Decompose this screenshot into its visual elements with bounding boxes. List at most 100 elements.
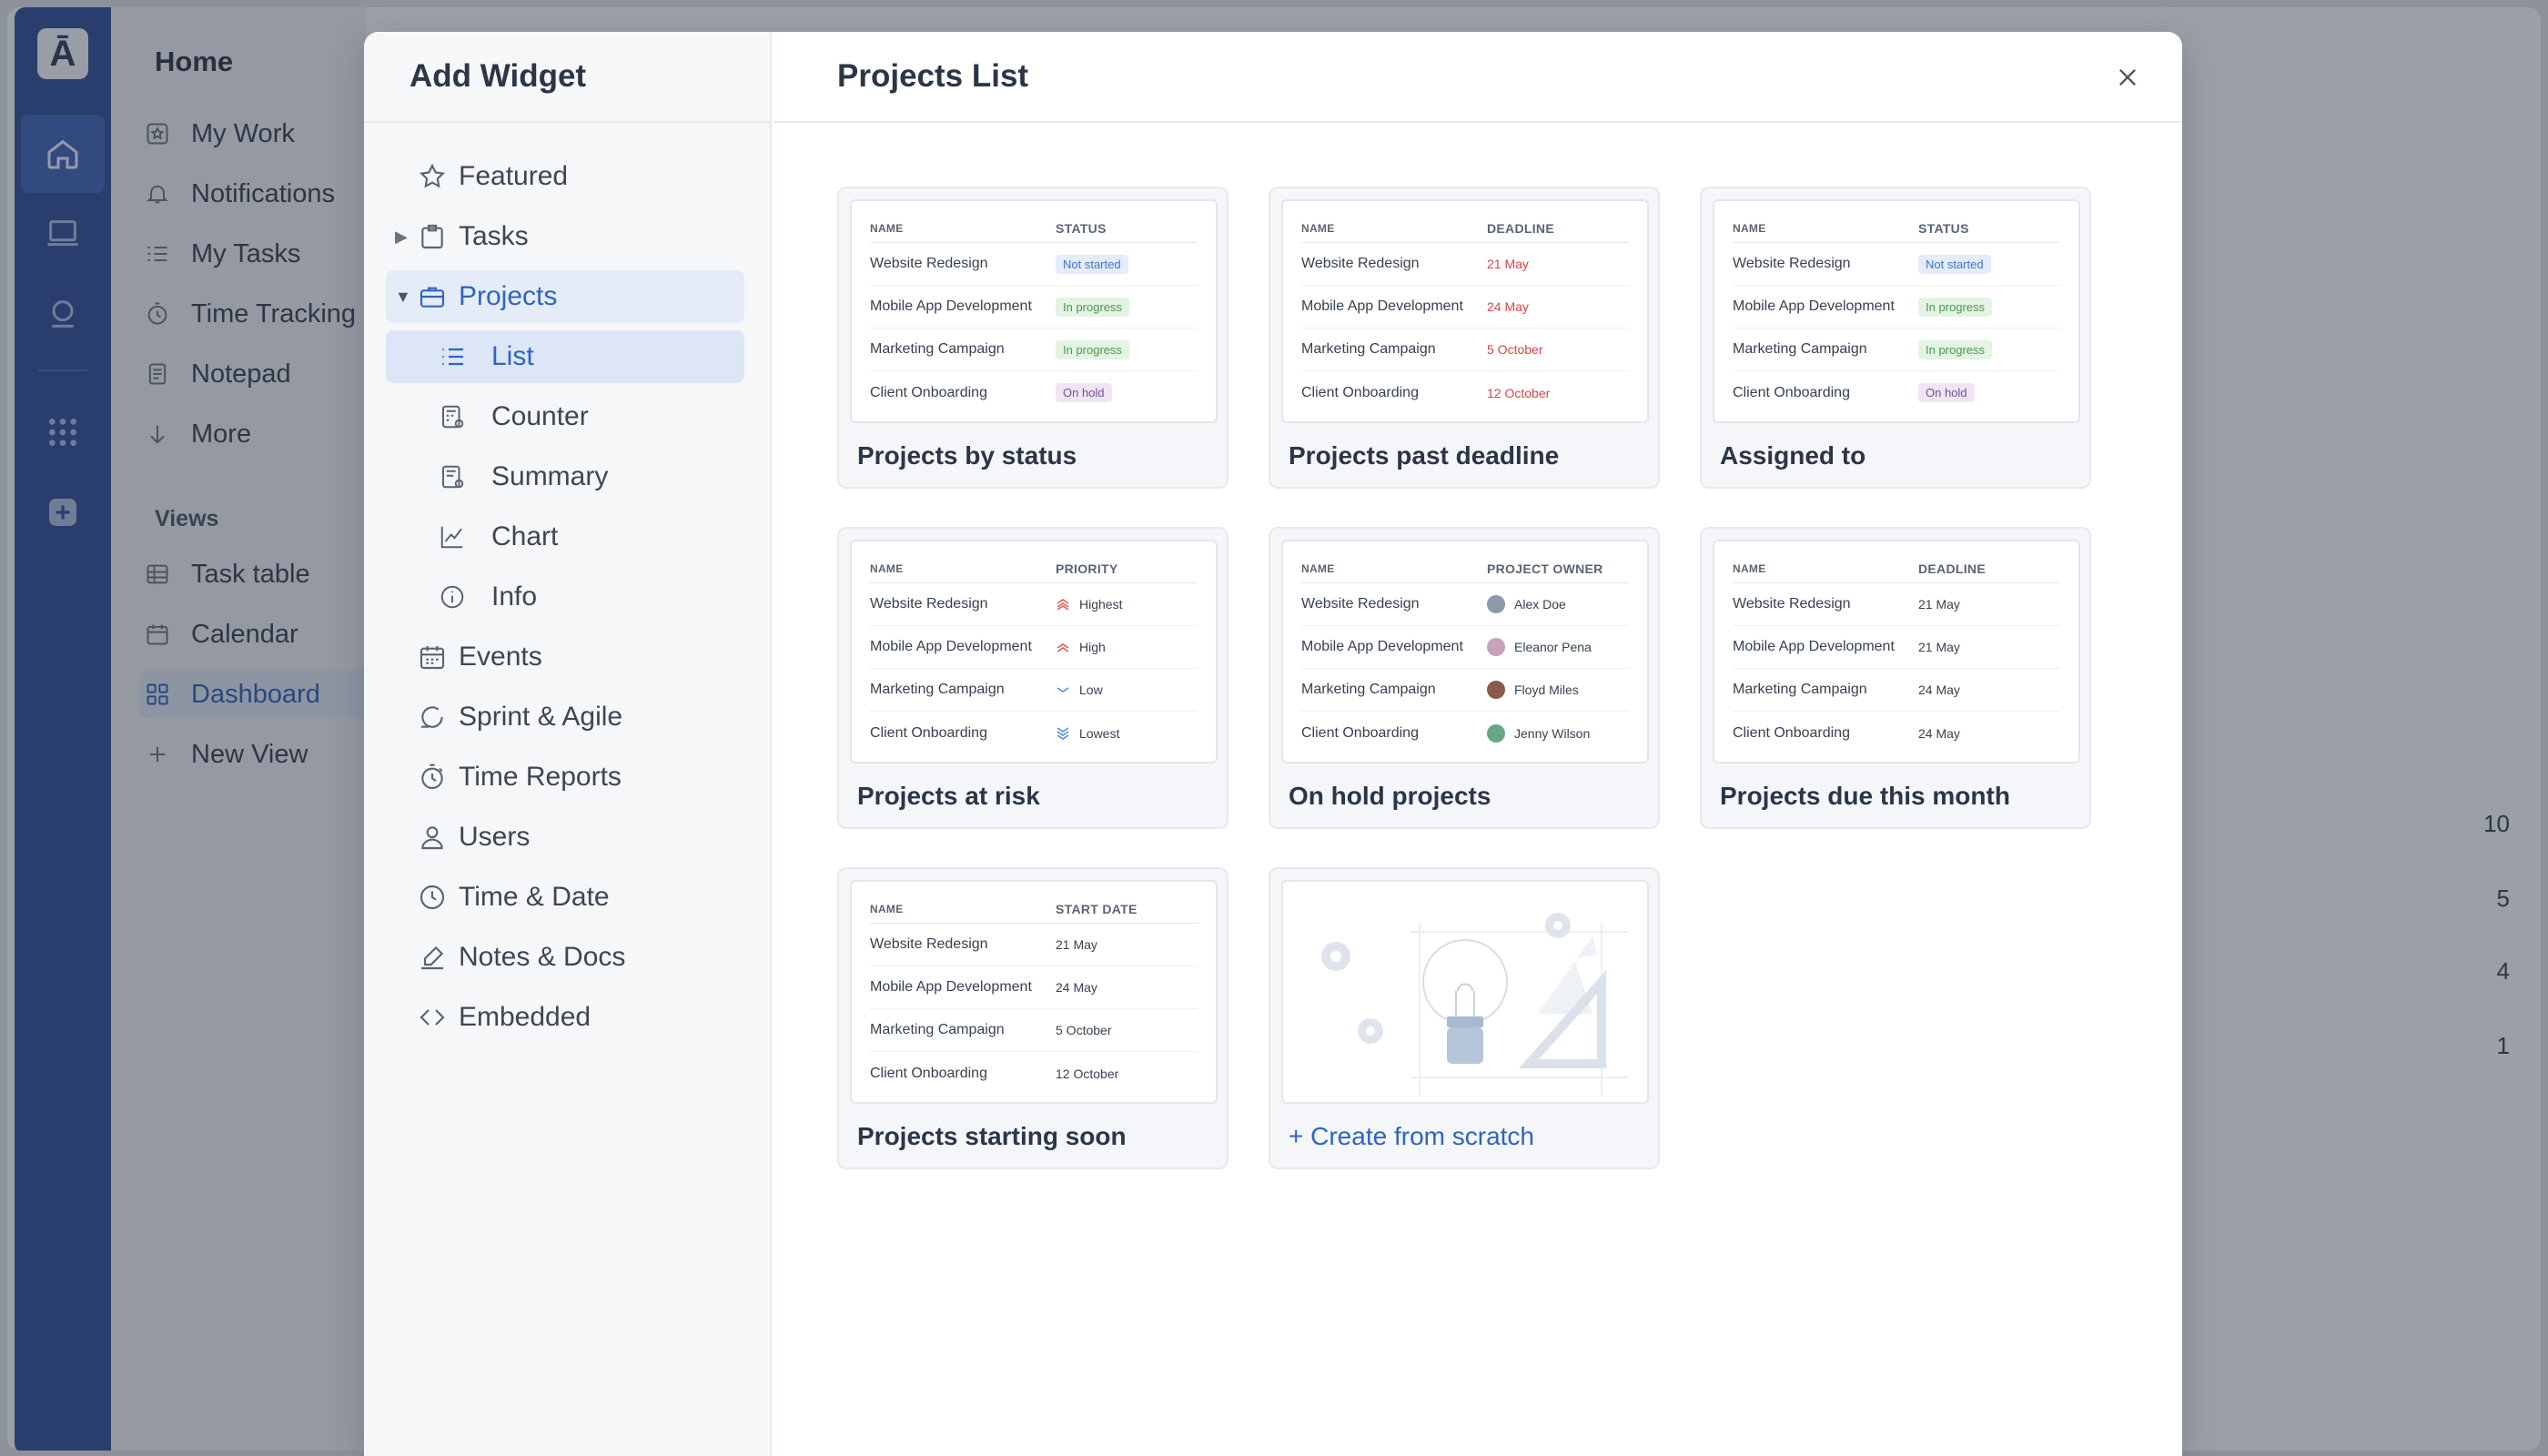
project-name: Marketing Campaign bbox=[870, 341, 1005, 357]
subcategory-summary[interactable]: Summary bbox=[386, 450, 744, 503]
link-label: Create from scratch bbox=[1310, 1122, 1534, 1150]
category-time-reports[interactable]: Time Reports bbox=[386, 751, 744, 804]
owner-name: Floyd Miles bbox=[1514, 682, 1579, 697]
subcategory-list[interactable]: List bbox=[386, 330, 744, 383]
template-preview: NAME DEADLINE Website Redesign 21 May Mobi… bbox=[1281, 199, 1649, 423]
deadline-value: 21 May bbox=[1918, 597, 1960, 612]
list-icon bbox=[437, 341, 468, 372]
deadline-value: 12 October bbox=[1487, 385, 1551, 400]
template-card-assigned-to[interactable]: NAME STATUS Website Redesign Not started M… bbox=[1700, 187, 2091, 489]
priority-low-icon bbox=[1057, 687, 1069, 693]
status-badge: In progress bbox=[1918, 339, 1993, 359]
preview-header: NAME STATUS bbox=[870, 214, 1198, 243]
line-chart-icon bbox=[437, 521, 468, 552]
plus-icon: + bbox=[1289, 1122, 1304, 1150]
status-badge: In progress bbox=[1918, 297, 1993, 317]
column-header: DEADLINE bbox=[1487, 220, 1554, 236]
table-row: Website Redesign 21 May bbox=[870, 924, 1198, 966]
modal-title: Add Widget bbox=[410, 58, 587, 94]
column-header: DEADLINE bbox=[1918, 561, 1986, 576]
table-row: Website Redesign Not started bbox=[870, 243, 1198, 286]
project-name: Mobile App Development bbox=[870, 639, 1032, 654]
category-tasks[interactable]: ▶ Tasks bbox=[386, 210, 744, 263]
category-projects[interactable]: ▼ Projects bbox=[386, 270, 744, 323]
project-name: Website Redesign bbox=[870, 936, 988, 952]
column-header: PROJECT OWNER bbox=[1487, 561, 1603, 576]
star-icon bbox=[417, 161, 448, 192]
template-preview: NAME START DATE Website Redesign 21 May Mo… bbox=[850, 880, 1218, 1104]
widget-template-panel: Projects List NAME STATUS Website Redesig… bbox=[774, 32, 2182, 1456]
template-card-projects-starting-soon[interactable]: NAME START DATE Website Redesign 21 May Mo… bbox=[837, 867, 1228, 1169]
create-from-scratch-link[interactable]: + Create from scratch bbox=[1289, 1122, 1534, 1151]
column-header: NAME bbox=[1733, 221, 1766, 235]
column-header: STATUS bbox=[1056, 220, 1107, 236]
card-title: Projects at risk bbox=[857, 782, 1040, 810]
category-featured[interactable]: Featured bbox=[386, 150, 744, 203]
table-row: Mobile App Development In progress bbox=[870, 286, 1198, 329]
template-card-projects-past-deadline[interactable]: NAME DEADLINE Website Redesign 21 May Mobi… bbox=[1269, 187, 1660, 489]
table-row: Client Onboarding Jenny Wilson bbox=[1301, 712, 1629, 754]
table-row: Website Redesign 21 May bbox=[1733, 583, 2060, 626]
category-notes-docs[interactable]: Notes & Docs bbox=[386, 931, 744, 984]
status-badge: On hold bbox=[1056, 383, 1112, 402]
category-embedded[interactable]: Embedded bbox=[386, 991, 744, 1044]
table-row: Client Onboarding On hold bbox=[1733, 371, 2060, 414]
start-date-value: 5 October bbox=[1056, 1023, 1112, 1037]
project-name: Mobile App Development bbox=[1301, 639, 1463, 654]
subcategory-chart[interactable]: Chart bbox=[386, 511, 744, 563]
category-label: Notes & Docs bbox=[459, 942, 626, 972]
template-card-projects-by-status[interactable]: NAME STATUS Website Redesign Not started M… bbox=[837, 187, 1228, 489]
table-row: Mobile App Development 24 May bbox=[1301, 286, 1629, 329]
card-title: Projects past deadline bbox=[1289, 441, 1560, 470]
project-name: Marketing Campaign bbox=[1301, 341, 1436, 357]
subcategory-label: Counter bbox=[491, 401, 589, 431]
category-label: Tasks bbox=[459, 221, 529, 251]
template-preview: NAME STATUS Website Redesign Not started M… bbox=[1713, 199, 2080, 423]
deadline-value: 21 May bbox=[1487, 257, 1529, 271]
widget-category-panel: Add Widget Featured ▶ Tasks ▼ Projects L… bbox=[364, 32, 772, 1456]
calculator-icon bbox=[437, 401, 468, 432]
subcategory-info[interactable]: Info bbox=[386, 571, 744, 623]
subcategory-counter[interactable]: Counter bbox=[386, 390, 744, 443]
sprint-icon bbox=[417, 702, 448, 733]
column-header: START DATE bbox=[1056, 901, 1138, 916]
close-button[interactable] bbox=[2109, 59, 2146, 96]
table-row: Mobile App Development Eleanor Pena bbox=[1301, 626, 1629, 669]
table-row: Marketing Campaign In progress bbox=[870, 329, 1198, 371]
category-label: Time Reports bbox=[459, 762, 622, 792]
column-header: PRIORITY bbox=[1056, 561, 1118, 576]
category-users[interactable]: Users bbox=[386, 811, 744, 864]
deadline-value: 24 May bbox=[1487, 299, 1529, 314]
summary-icon bbox=[437, 461, 468, 492]
project-name: Client Onboarding bbox=[1301, 384, 1419, 400]
card-title: Projects by status bbox=[857, 441, 1077, 470]
project-name: Marketing Campaign bbox=[870, 1022, 1005, 1037]
table-row: Marketing Campaign 24 May bbox=[1733, 669, 2060, 712]
modal-left-header: Add Widget bbox=[364, 32, 770, 123]
template-preview: NAME STATUS Website Redesign Not started M… bbox=[850, 199, 1218, 423]
owner-name: Eleanor Pena bbox=[1514, 640, 1592, 654]
caret-down-icon[interactable]: ▼ bbox=[395, 288, 411, 307]
category-label: Time & Date bbox=[459, 882, 610, 912]
briefcase-icon bbox=[417, 281, 448, 312]
pen-icon bbox=[417, 942, 448, 973]
preview-header: NAME START DATE bbox=[870, 895, 1198, 924]
column-header: NAME bbox=[870, 221, 904, 235]
deadline-value: 24 May bbox=[1918, 725, 1960, 741]
template-card-projects-at-risk[interactable]: NAME PRIORITY Website Redesign Highest Mob… bbox=[837, 527, 1228, 829]
template-card-projects-due-this-month[interactable]: NAME DEADLINE Website Redesign 21 May Mobi… bbox=[1700, 527, 2091, 829]
category-sprint-agile[interactable]: Sprint & Agile bbox=[386, 691, 744, 743]
column-header: NAME bbox=[1301, 221, 1335, 235]
project-name: Mobile App Development bbox=[1733, 298, 1895, 314]
template-card-create-from-scratch[interactable]: + Create from scratch bbox=[1269, 867, 1660, 1169]
table-row: Client Onboarding On hold bbox=[870, 371, 1198, 414]
category-time-date[interactable]: Time & Date bbox=[386, 871, 744, 924]
project-name: Mobile App Development bbox=[870, 298, 1032, 314]
caret-right-icon[interactable]: ▶ bbox=[395, 228, 408, 247]
owner-name: Alex Doe bbox=[1514, 597, 1566, 612]
table-row: Website Redesign Alex Doe bbox=[1301, 583, 1629, 626]
priority-highest-icon bbox=[1057, 599, 1069, 611]
category-events[interactable]: Events bbox=[386, 631, 744, 683]
template-card-on-hold-projects[interactable]: NAME PROJECT OWNER Website Redesign Alex D… bbox=[1269, 527, 1660, 829]
template-preview: NAME PROJECT OWNER Website Redesign Alex D… bbox=[1281, 540, 1649, 763]
